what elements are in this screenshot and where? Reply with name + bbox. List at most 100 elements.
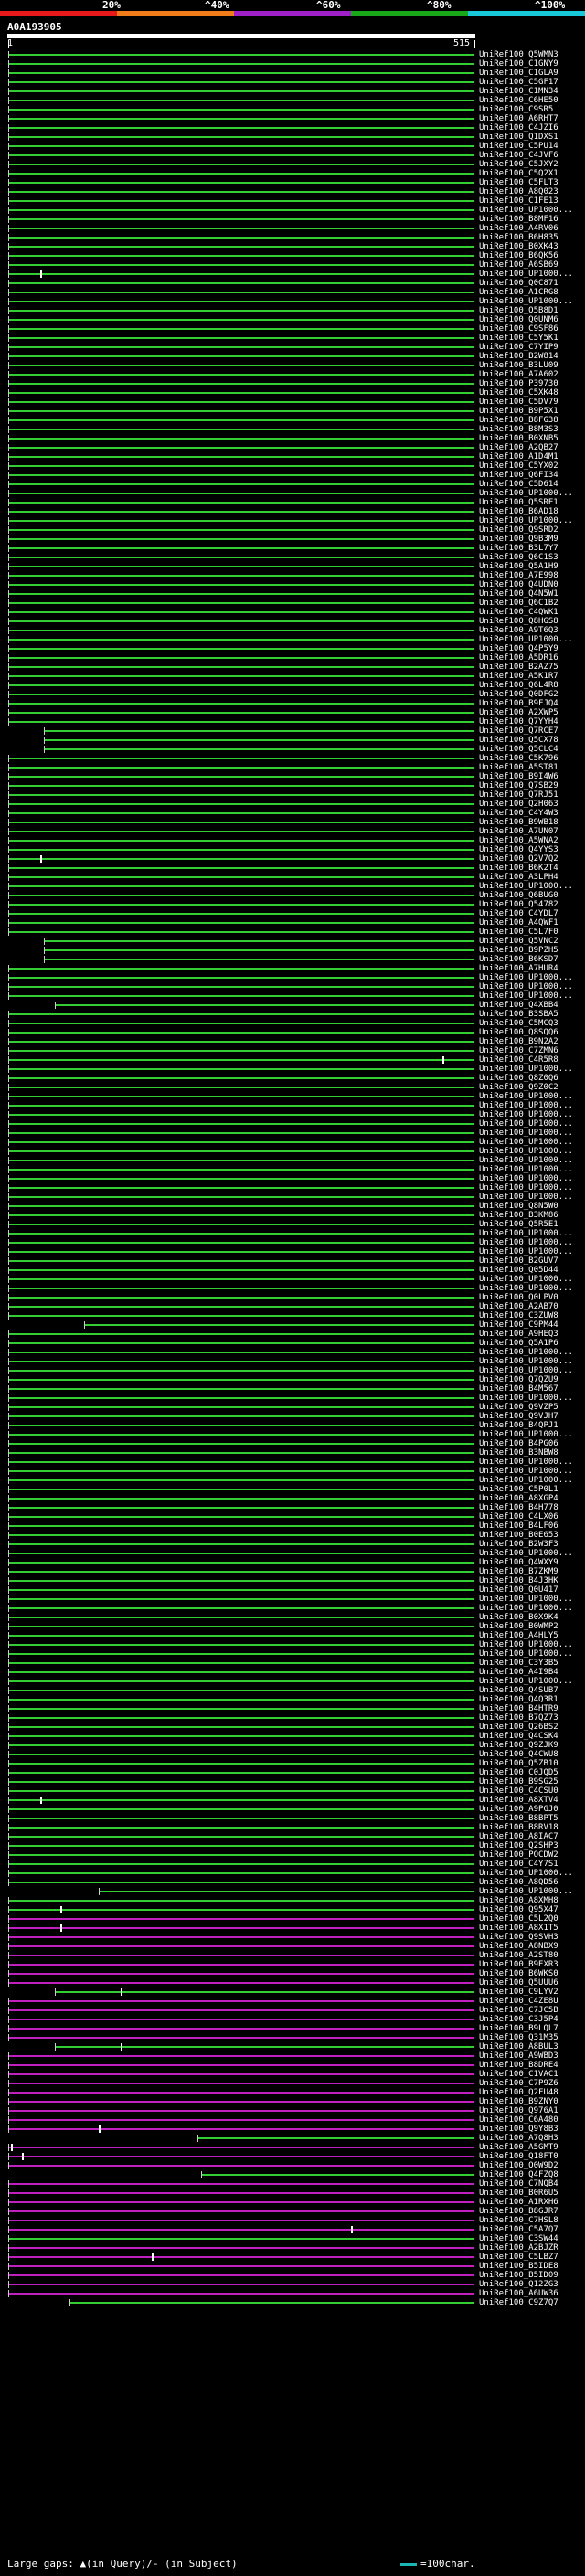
hit-row[interactable]: UniRef100_Q18FT0 bbox=[0, 2152, 585, 2161]
hit-row[interactable]: UniRef100_C9PM44 bbox=[0, 1320, 585, 1330]
hit-label-link[interactable]: UniRef100_A2BJZR bbox=[479, 2243, 558, 2253]
hit-label-link[interactable]: UniRef100_Q4SUB7 bbox=[479, 1686, 558, 1695]
hit-label-link[interactable]: UniRef100_UP1000... bbox=[479, 1604, 573, 1613]
hit-label-link[interactable]: UniRef100_UP1000... bbox=[479, 1119, 573, 1129]
hit-row[interactable]: UniRef100_C7P9Z6 bbox=[0, 2079, 585, 2088]
hit-label-link[interactable]: UniRef100_Q7RCE7 bbox=[479, 726, 558, 736]
hit-label-link[interactable]: UniRef100_C7NQB4 bbox=[479, 2179, 558, 2189]
hit-label-link[interactable]: UniRef100_Q4Q3R1 bbox=[479, 1695, 558, 1704]
hit-label-link[interactable]: UniRef100_C4R5R8 bbox=[479, 1055, 558, 1065]
hit-row[interactable]: UniRef100_UP1000... bbox=[0, 1193, 585, 1202]
hit-label-link[interactable]: UniRef100_C4QWK1 bbox=[479, 608, 558, 617]
hit-label-link[interactable]: UniRef100_UP1000... bbox=[479, 1065, 573, 1074]
hit-row[interactable]: UniRef100_B6QK56 bbox=[0, 251, 585, 260]
hit-row[interactable]: UniRef100_A6UW36 bbox=[0, 2289, 585, 2298]
hit-row[interactable]: UniRef100_POCDW2 bbox=[0, 1850, 585, 1860]
hit-row[interactable]: UniRef100_C5DV79 bbox=[0, 398, 585, 407]
hit-label-link[interactable]: UniRef100_B4H778 bbox=[479, 1503, 558, 1512]
hit-label-link[interactable]: UniRef100_Q9VZP5 bbox=[479, 1403, 558, 1412]
hit-label-link[interactable]: UniRef100_B0X9K4 bbox=[479, 1613, 558, 1622]
hit-row[interactable]: UniRef100_Q4FZQ8 bbox=[0, 2170, 585, 2179]
hit-row[interactable]: UniRef100_Q9Y8B3 bbox=[0, 2125, 585, 2134]
hit-row[interactable]: UniRef100_A7E998 bbox=[0, 571, 585, 580]
hit-row[interactable]: UniRef100_C5XK48 bbox=[0, 388, 585, 398]
hit-label-link[interactable]: UniRef100_UP1000... bbox=[479, 1549, 573, 1558]
hit-label-link[interactable]: UniRef100_UP1000... bbox=[479, 1165, 573, 1174]
hit-row[interactable]: UniRef100_C5Q2X1 bbox=[0, 169, 585, 178]
hit-row[interactable]: UniRef100_Q2SHP3 bbox=[0, 1841, 585, 1850]
hit-label-link[interactable]: UniRef100_C4JZI6 bbox=[479, 123, 558, 133]
hit-label-link[interactable]: UniRef100_Q4P5Y9 bbox=[479, 644, 558, 653]
hit-row[interactable]: UniRef100_Q8N5W0 bbox=[0, 1202, 585, 1211]
hit-row[interactable]: UniRef100_A8NBX9 bbox=[0, 1942, 585, 1951]
hit-label-link[interactable]: UniRef100_C5LBZ7 bbox=[479, 2253, 558, 2262]
hit-row[interactable]: UniRef100_A2BJZR bbox=[0, 2243, 585, 2253]
hit-label-link[interactable]: UniRef100_A1CRG8 bbox=[479, 288, 558, 297]
hit-row[interactable]: UniRef100_B6KSD7 bbox=[0, 955, 585, 964]
hit-label-link[interactable]: UniRef100_C5D614 bbox=[479, 480, 558, 489]
hit-row[interactable]: UniRef100_UP1000... bbox=[0, 1430, 585, 1439]
hit-row[interactable]: UniRef100_UP1000... bbox=[0, 516, 585, 525]
hit-row[interactable]: UniRef100_UP1000... bbox=[0, 1165, 585, 1174]
hit-label-link[interactable]: UniRef100_B3NBW8 bbox=[479, 1448, 558, 1458]
hit-label-link[interactable]: UniRef100_B3L7Y7 bbox=[479, 544, 558, 553]
hit-label-link[interactable]: UniRef100_Q5ZB10 bbox=[479, 1759, 558, 1768]
hit-label-link[interactable]: UniRef100_Q0C871 bbox=[479, 279, 558, 288]
hit-row[interactable]: UniRef100_UP1000... bbox=[0, 1467, 585, 1476]
hit-row[interactable]: UniRef100_C5D614 bbox=[0, 480, 585, 489]
hit-label-link[interactable]: UniRef100_Q9SVH3 bbox=[479, 1933, 558, 1942]
hit-row[interactable]: UniRef100_C9LYV2 bbox=[0, 1988, 585, 1997]
hit-row[interactable]: UniRef100_UP1000... bbox=[0, 1366, 585, 1375]
hit-label-link[interactable]: UniRef100_Q5WMN3 bbox=[479, 50, 558, 59]
hit-label-link[interactable]: UniRef100_B6QK56 bbox=[479, 251, 558, 260]
hit-row[interactable]: UniRef100_Q9VZP5 bbox=[0, 1403, 585, 1412]
hit-row[interactable]: UniRef100_A9HEQ3 bbox=[0, 1330, 585, 1339]
hit-label-link[interactable]: UniRef100_C3J5P4 bbox=[479, 2015, 558, 2024]
hit-label-link[interactable]: UniRef100_B9N2A2 bbox=[479, 1037, 558, 1046]
hit-label-link[interactable]: UniRef100_Q8Z0Q6 bbox=[479, 1074, 558, 1083]
hit-row[interactable]: UniRef100_B2GUV7 bbox=[0, 1256, 585, 1266]
hit-row[interactable]: UniRef100_Q5CLC4 bbox=[0, 745, 585, 754]
hit-label-link[interactable]: UniRef100_C5PU14 bbox=[479, 142, 558, 151]
hit-label-link[interactable]: UniRef100_UP1000... bbox=[479, 1110, 573, 1119]
hit-label-link[interactable]: UniRef100_C6HE50 bbox=[479, 96, 558, 105]
hit-row[interactable]: UniRef100_B8DRE4 bbox=[0, 2061, 585, 2070]
hit-label-link[interactable]: UniRef100_Q7QZU9 bbox=[479, 1375, 558, 1384]
hit-label-link[interactable]: UniRef100_C1GLA9 bbox=[479, 69, 558, 78]
hit-row[interactable]: UniRef100_C1GNY9 bbox=[0, 59, 585, 69]
hit-row[interactable]: UniRef100_Q0UNM6 bbox=[0, 315, 585, 324]
hit-row[interactable]: UniRef100_C4QWK1 bbox=[0, 608, 585, 617]
hit-row[interactable]: UniRef100_Q5A1H9 bbox=[0, 562, 585, 571]
hit-row[interactable]: UniRef100_UP1000... bbox=[0, 1065, 585, 1074]
hit-label-link[interactable]: UniRef100_B7QZ73 bbox=[479, 1713, 558, 1723]
hit-label-link[interactable]: UniRef100_Q5A1P6 bbox=[479, 1339, 558, 1348]
hit-label-link[interactable]: UniRef100_B3LU09 bbox=[479, 361, 558, 370]
hit-row[interactable]: UniRef100_A4HLY5 bbox=[0, 1631, 585, 1640]
hit-row[interactable]: UniRef100_UP1000... bbox=[0, 1238, 585, 1247]
hit-row[interactable]: UniRef100_C1VAC1 bbox=[0, 2070, 585, 2079]
hit-row[interactable]: UniRef100_A9PGJ0 bbox=[0, 1805, 585, 1814]
hit-label-link[interactable]: UniRef100_UP1000... bbox=[479, 1174, 573, 1183]
hit-label-link[interactable]: UniRef100_Q2FU48 bbox=[479, 2088, 558, 2097]
hit-label-link[interactable]: UniRef100_C4CSU0 bbox=[479, 1786, 558, 1796]
hit-label-link[interactable]: UniRef100_C9PM44 bbox=[479, 1320, 558, 1330]
hit-row[interactable]: UniRef100_C4LX06 bbox=[0, 1512, 585, 1521]
hit-label-link[interactable]: UniRef100_C4ZE8U bbox=[479, 1997, 558, 2006]
hit-label-link[interactable]: UniRef100_Q9ZJK9 bbox=[479, 1741, 558, 1750]
hit-label-link[interactable]: UniRef100_Q4YYS3 bbox=[479, 845, 558, 854]
hit-label-link[interactable]: UniRef100_Q0DFG2 bbox=[479, 690, 558, 699]
hit-label-link[interactable]: UniRef100_Q0W9D2 bbox=[479, 2161, 558, 2170]
hit-label-link[interactable]: UniRef100_A4I9B4 bbox=[479, 1668, 558, 1677]
hit-label-link[interactable]: UniRef100_C7ZMN6 bbox=[479, 1046, 558, 1055]
hit-label-link[interactable]: UniRef100_A8IAC7 bbox=[479, 1832, 558, 1841]
hit-row[interactable]: UniRef100_Q8SQQ6 bbox=[0, 1028, 585, 1037]
hit-row[interactable]: UniRef100_UP1000... bbox=[0, 1129, 585, 1138]
hit-row[interactable]: UniRef100_UP1000... bbox=[0, 1640, 585, 1649]
hit-row[interactable]: UniRef100_A8XGP4 bbox=[0, 1494, 585, 1503]
hit-label-link[interactable]: UniRef100_B5IDE8 bbox=[479, 2262, 558, 2271]
hit-label-link[interactable]: UniRef100_C5FLT3 bbox=[479, 178, 558, 187]
hit-row[interactable]: UniRef100_Q4P5Y9 bbox=[0, 644, 585, 653]
hit-row[interactable]: UniRef100_B4H778 bbox=[0, 1503, 585, 1512]
hit-label-link[interactable]: UniRef100_Q4WXY9 bbox=[479, 1558, 558, 1567]
hit-row[interactable]: UniRef100_C9SR5 bbox=[0, 105, 585, 114]
